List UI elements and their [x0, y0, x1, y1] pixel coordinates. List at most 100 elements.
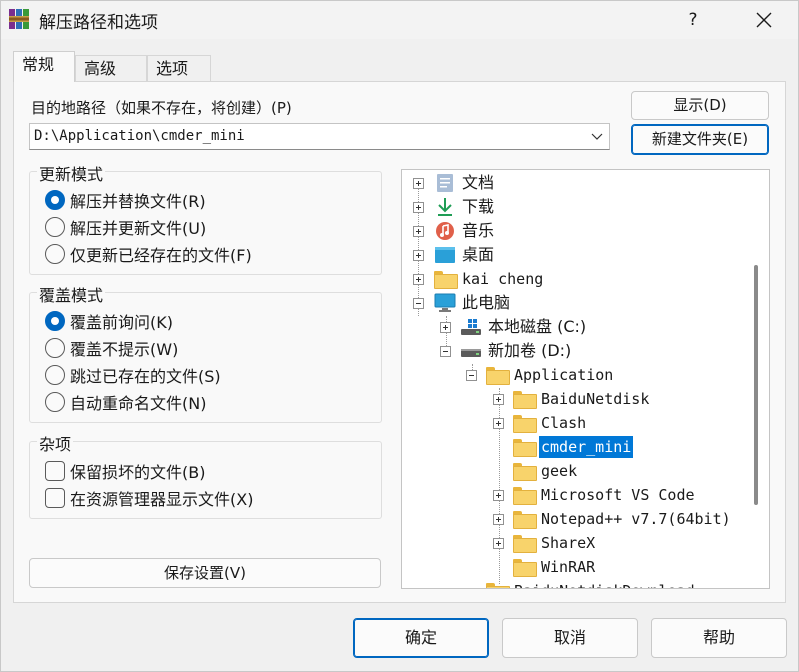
tree-item-label: kai cheng — [462, 270, 544, 288]
winrar-app-icon — [9, 9, 29, 29]
new-folder-button[interactable]: 新建文件夹(E) — [631, 124, 769, 155]
tree-item-sharex[interactable]: ShareX — [513, 532, 597, 554]
radio-button[interactable] — [45, 365, 65, 385]
tree-item-downloads[interactable]: 下载 — [434, 196, 496, 218]
save-settings-button[interactable]: 保存设置(V) — [29, 558, 381, 588]
cancel-button[interactable]: 取消 — [502, 618, 638, 658]
folder-icon — [513, 533, 537, 553]
ok-button[interactable]: 确定 — [353, 618, 489, 658]
radio-label: 仅更新已经存在的文件(F) — [70, 246, 252, 265]
radio-ask-before-overwrite[interactable]: 覆盖前询问(K) — [45, 310, 173, 332]
destination-path-combobox[interactable]: D:\Application\cmder_mini — [29, 123, 610, 150]
checkbox[interactable] — [45, 461, 65, 481]
radio-button[interactable] — [45, 392, 65, 412]
radio-skip-existing[interactable]: 跳过已存在的文件(S) — [45, 364, 221, 386]
folder-tree[interactable]: 文档 下载 音乐 桌面 kai cheng 此电脑 本地磁盘 (C:) 新加卷 … — [401, 169, 770, 589]
window-title: 解压路径和选项 — [39, 13, 158, 33]
drive-icon — [460, 341, 482, 361]
tree-item-label: BaiduNetdisk — [541, 390, 650, 408]
radio-button[interactable] — [45, 244, 65, 264]
tree-item-drive-c[interactable]: 本地磁盘 (C:) — [460, 316, 588, 338]
tab-general[interactable]: 常规 — [13, 51, 75, 82]
expand-downloads[interactable] — [413, 202, 424, 213]
radio-fresh-existing[interactable]: 仅更新已经存在的文件(F) — [45, 243, 252, 265]
tree-item-notepadpp[interactable]: Notepad++ v7.7(64bit) — [513, 508, 733, 530]
tree-item-drive-d[interactable]: 新加卷 (D:) — [460, 340, 573, 362]
expand-notepadpp[interactable] — [493, 514, 504, 525]
tab-options[interactable]: 选项 — [147, 55, 211, 81]
expand-baidunetdisk[interactable] — [493, 394, 504, 405]
overwrite-mode-title: 覆盖模式 — [37, 282, 106, 306]
tree-item-label: BaiduNetdiskDownload — [512, 580, 697, 588]
extract-dialog: 解压路径和选项 ? 常规 高级 选项 目的地路径（如果不存在，将创建）(P) D… — [0, 0, 799, 672]
tree-item-vscode[interactable]: Microsoft VS Code — [513, 484, 697, 506]
checkbox-display-in-explorer[interactable]: 在资源管理器显示文件(X) — [45, 487, 253, 509]
radio-button[interactable] — [45, 311, 65, 331]
tree-item-this-pc[interactable]: 此电脑 — [434, 292, 512, 314]
tree-item-label: 新加卷 (D:) — [488, 341, 572, 360]
radio-extract-replace[interactable]: 解压并替换文件(R) — [45, 189, 206, 211]
folder-icon — [486, 581, 510, 588]
tree-item-winrar[interactable]: WinRAR — [513, 556, 597, 578]
downloads-icon — [434, 197, 456, 217]
collapse-drive-d[interactable] — [440, 346, 451, 357]
radio-button[interactable] — [45, 217, 65, 237]
tree-item-application[interactable]: Application — [486, 364, 615, 386]
tree-item-cmder-mini[interactable]: cmder_mini — [513, 436, 634, 458]
expand-documents[interactable] — [413, 178, 424, 189]
expand-clash[interactable] — [493, 418, 504, 429]
expand-vscode[interactable] — [493, 490, 504, 501]
show-button[interactable]: 显示(D) — [631, 91, 769, 120]
tree-item-label: Notepad++ v7.7(64bit) — [541, 510, 731, 528]
expand-music[interactable] — [413, 226, 424, 237]
tree-item-documents[interactable]: 文档 — [434, 172, 496, 194]
radio-label: 解压并更新文件(U) — [70, 219, 207, 238]
tree-item-label: 此电脑 — [462, 293, 511, 312]
collapse-application[interactable] — [466, 370, 477, 381]
folder-icon — [486, 365, 510, 385]
expand-desktop[interactable] — [413, 250, 424, 261]
tree-item-label: ShareX — [541, 534, 596, 552]
expand-sharex[interactable] — [493, 538, 504, 549]
expand-kai-cheng[interactable] — [413, 274, 424, 285]
music-icon — [434, 221, 456, 241]
help-button[interactable]: 帮助 — [651, 618, 787, 658]
folder-icon — [513, 389, 537, 409]
expand-drive-c[interactable] — [440, 322, 451, 333]
tree-item-kai-cheng[interactable]: kai cheng — [434, 268, 545, 290]
tree-item-label: 桌面 — [462, 245, 495, 264]
folder-icon — [513, 461, 537, 481]
tree-item-geek[interactable]: geek — [513, 460, 579, 482]
checkbox[interactable] — [45, 488, 65, 508]
tree-item-baidunetdiskdownload[interactable]: BaiduNetdiskDownload — [486, 580, 697, 588]
radio-overwrite-without-prompt[interactable]: 覆盖不提示(W) — [45, 337, 178, 359]
tree-item-label: 下载 — [462, 197, 495, 216]
close-button[interactable] — [739, 1, 789, 39]
tree-item-desktop[interactable]: 桌面 — [434, 244, 496, 266]
tab-advanced[interactable]: 高级 — [75, 55, 147, 81]
update-mode-title: 更新模式 — [37, 161, 106, 185]
documents-icon — [434, 173, 456, 193]
folder-icon — [434, 269, 458, 289]
tree-item-baidunetdisk[interactable]: BaiduNetdisk — [513, 388, 651, 410]
radio-button[interactable] — [45, 190, 65, 210]
help-title-button[interactable]: ? — [673, 1, 713, 39]
radio-rename-automatically[interactable]: 自动重命名文件(N) — [45, 391, 206, 413]
tree-item-clash[interactable]: Clash — [513, 412, 588, 434]
tree-item-music[interactable]: 音乐 — [434, 220, 496, 242]
radio-button[interactable] — [45, 338, 65, 358]
folder-icon — [513, 557, 537, 577]
tree-item-label: WinRAR — [541, 558, 596, 576]
tree-item-label: 音乐 — [462, 221, 495, 240]
collapse-this-pc[interactable] — [413, 298, 424, 309]
radio-extract-update[interactable]: 解压并更新文件(U) — [45, 216, 206, 238]
checkbox-label: 在资源管理器显示文件(X) — [70, 490, 254, 509]
tree-item-label: Microsoft VS Code — [541, 486, 695, 504]
radio-label: 覆盖不提示(W) — [70, 340, 179, 359]
tree-scrollbar-thumb[interactable] — [754, 265, 758, 505]
chevron-down-icon[interactable] — [591, 130, 603, 142]
checkbox-keep-broken-files[interactable]: 保留损坏的文件(B) — [45, 460, 205, 482]
radio-label: 自动重命名文件(N) — [70, 394, 207, 413]
destination-path-value: D:\Application\cmder_mini — [34, 128, 245, 144]
folder-icon — [513, 485, 537, 505]
